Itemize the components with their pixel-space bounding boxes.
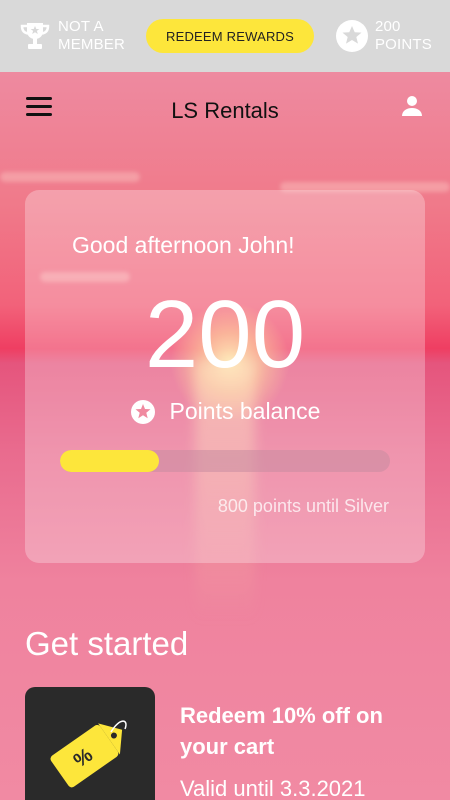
star-icon [130, 399, 155, 424]
trophy-icon [20, 23, 50, 49]
points-card: Good afternoon John! 200 Points balance … [25, 190, 425, 563]
get-started-heading: Get started [25, 625, 189, 662]
greeting-text: Good afternoon John! [72, 232, 295, 258]
tier-progress-fill [60, 450, 159, 472]
price-tag-icon: % [50, 720, 127, 788]
rewards-status-bar: NOT A MEMBER REDEEM REWARDS 200 POINTS [0, 0, 450, 72]
offer-image-tile[interactable]: % [25, 687, 155, 800]
app-title: LS Rentals [171, 98, 279, 123]
star-icon [335, 20, 368, 52]
app-header: LS Rentals [0, 72, 450, 142]
points-status: 200 POINTS [335, 18, 432, 54]
offer-valid-until: Valid until 3.3.2021 [180, 776, 366, 800]
points-text: 200 POINTS [374, 18, 432, 53]
redeem-rewards-button[interactable]: REDEEM REWARDS [146, 19, 314, 53]
points-balance-label: Points balance [169, 398, 321, 424]
offer-title[interactable]: Redeem 10% off on your cart [180, 700, 430, 762]
points-balance-row: Points balance [25, 398, 425, 425]
points-until-next-tier: 800 points until Silver [217, 496, 389, 516]
membership-status: NOT A MEMBER [18, 18, 125, 54]
tier-progress-bar [60, 450, 390, 472]
user-icon[interactable] [400, 94, 424, 118]
membership-text: NOT A MEMBER [58, 18, 126, 53]
points-value: 200 [144, 281, 306, 388]
